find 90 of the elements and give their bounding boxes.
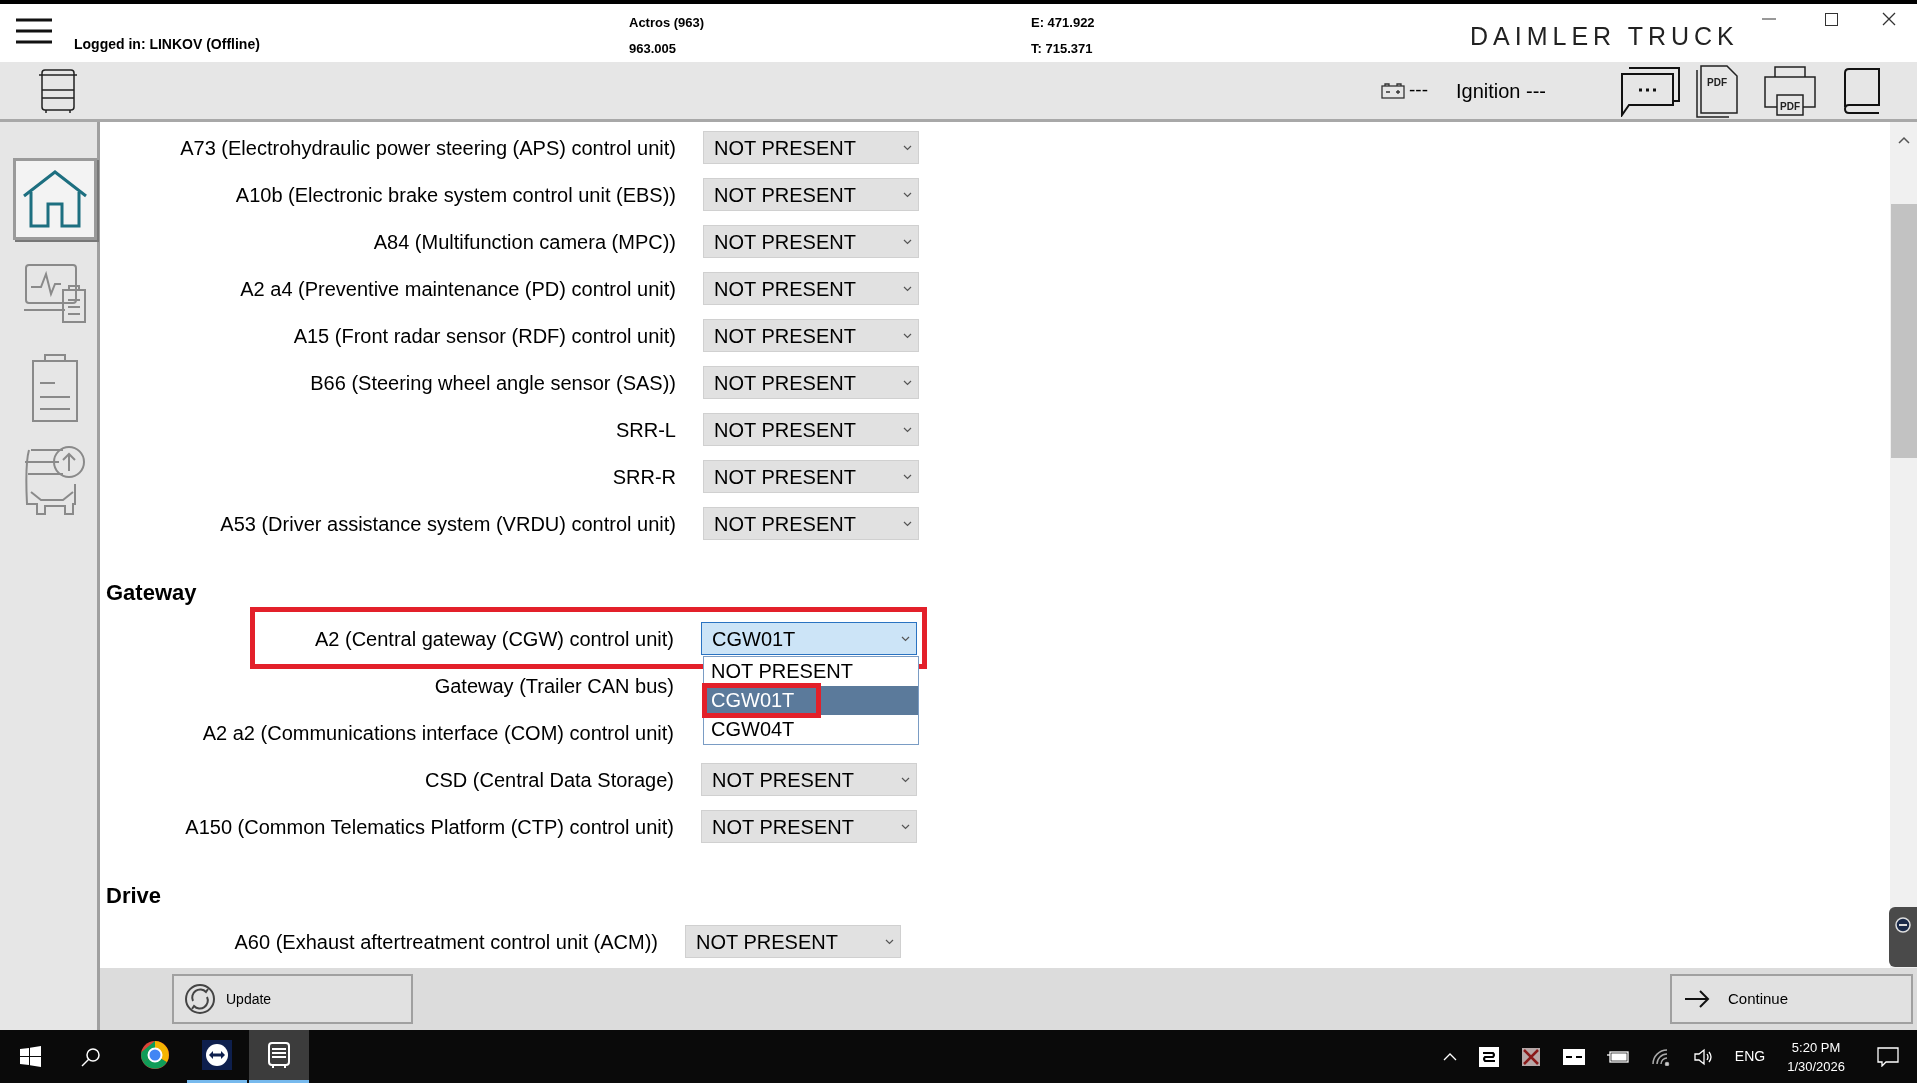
control-unit-label: B66 (Steering wheel angle sensor (SAS)) bbox=[309, 370, 676, 396]
variant-dropdown[interactable]: NOT PRESENT bbox=[685, 925, 901, 958]
variant-dropdown[interactable]: NOT PRESENT bbox=[703, 507, 919, 540]
dropdown-option[interactable]: NOT PRESENT bbox=[704, 657, 918, 686]
chevron-down-icon bbox=[903, 473, 912, 480]
chevron-down-icon bbox=[903, 144, 912, 151]
taskbar-app[interactable] bbox=[249, 1030, 309, 1083]
variant-dropdown[interactable]: NOT PRESENT bbox=[701, 810, 917, 843]
monitor-clipboard-icon bbox=[23, 262, 87, 324]
variant-dropdown[interactable]: NOT PRESENT bbox=[703, 131, 919, 164]
home-icon bbox=[22, 169, 88, 229]
control-unit-label: A84 (Multifunction camera (MPC)) bbox=[372, 229, 676, 255]
truck-app-icon bbox=[266, 1041, 292, 1069]
tray-card-icon[interactable] bbox=[1562, 1048, 1585, 1065]
language-indicator[interactable]: ENG bbox=[1734, 1046, 1766, 1067]
chrome-icon bbox=[140, 1040, 170, 1070]
truck-front-icon[interactable] bbox=[38, 67, 78, 114]
notification-icon[interactable] bbox=[1877, 1046, 1899, 1067]
scrollbar[interactable] bbox=[1890, 122, 1917, 968]
chevron-down-icon bbox=[901, 635, 910, 642]
chevron-up-icon[interactable] bbox=[1442, 1052, 1457, 1061]
dropdown-option[interactable]: CGW04T bbox=[704, 715, 918, 744]
control-unit-label: A53 (Driver assistance system (VRDU) control unit) bbox=[219, 511, 676, 537]
control-unit-label: A2 (Central gateway (CGW) control unit) bbox=[314, 626, 674, 652]
chevron-down-icon bbox=[903, 332, 912, 339]
vehicle-model: Actros (963) bbox=[629, 14, 705, 32]
chevron-down-icon bbox=[903, 238, 912, 245]
control-unit-label: A15 (Front radar sensor (RDF) control unit) bbox=[292, 323, 676, 349]
variant-dropdown[interactable]: CGW01T bbox=[701, 622, 917, 655]
control-unit-label: SRR-L bbox=[615, 417, 676, 443]
control-unit-label: SRR-R bbox=[611, 464, 676, 490]
variant-dropdown[interactable]: NOT PRESENT bbox=[703, 178, 919, 211]
sidebar-tab[interactable] bbox=[13, 158, 97, 240]
chat-icon[interactable] bbox=[1619, 64, 1681, 117]
tray-app-icon[interactable] bbox=[1478, 1046, 1499, 1067]
chevron-down-icon bbox=[903, 191, 912, 198]
chevron-down-icon bbox=[903, 379, 912, 386]
arrow-right-icon bbox=[1684, 990, 1710, 1008]
chevron-down-icon bbox=[903, 520, 912, 527]
battery-status: --- bbox=[1409, 78, 1428, 103]
e-number: E: 471.922 bbox=[1031, 14, 1095, 32]
chevron-down-icon bbox=[903, 426, 912, 433]
search-icon[interactable] bbox=[81, 1046, 101, 1067]
control-unit-label: A73 (Electrohydraulic power steering (APS) control unit) bbox=[179, 135, 676, 161]
scroll-up-icon[interactable] bbox=[1897, 136, 1910, 144]
close-icon[interactable] bbox=[1882, 12, 1896, 26]
login-status: Logged in: LINKOV (Offline) bbox=[74, 35, 260, 54]
brand-logo: DAIMLER TRUCK bbox=[1470, 21, 1739, 52]
truck-upload-icon bbox=[23, 444, 87, 518]
t-number: T: 715.371 bbox=[1031, 39, 1094, 58]
control-unit-label: CSD (Central Data Storage) bbox=[424, 767, 674, 793]
variant-dropdown[interactable]: NOT PRESENT bbox=[703, 225, 919, 258]
control-unit-label: A10b (Electronic brake system control unit (EBS)) bbox=[234, 182, 676, 208]
control-unit-label: A150 (Common Telematics Platform (CTP) control unit) bbox=[184, 814, 674, 840]
speaker-icon[interactable] bbox=[1692, 1047, 1713, 1066]
control-unit-label: A2 a2 (Communications interface (COM) control unit) bbox=[201, 720, 674, 746]
clock[interactable]: 5:20 PM 1/30/2026 bbox=[1787, 1037, 1845, 1076]
ignition-status: Ignition --- bbox=[1455, 78, 1546, 104]
menu-icon[interactable] bbox=[16, 18, 52, 44]
variant-dropdown[interactable]: NOT PRESENT bbox=[703, 366, 919, 399]
battery-icon bbox=[1381, 82, 1405, 99]
variant-dropdown[interactable]: NOT PRESENT bbox=[703, 319, 919, 352]
continue-button[interactable]: Continue bbox=[1670, 974, 1913, 1024]
update-button[interactable]: Update bbox=[172, 974, 413, 1024]
maximize-icon[interactable] bbox=[1825, 13, 1838, 26]
variant-dropdown[interactable]: NOT PRESENT bbox=[703, 272, 919, 305]
battery-icon[interactable] bbox=[1606, 1049, 1629, 1064]
book-icon[interactable] bbox=[1841, 66, 1881, 115]
windows-start-icon[interactable] bbox=[20, 1046, 41, 1067]
variant-dropdown[interactable]: NOT PRESENT bbox=[701, 763, 917, 796]
teamviewer-icon bbox=[1895, 917, 1911, 933]
section-heading: Gateway bbox=[106, 579, 197, 607]
clipboard-icon bbox=[30, 351, 80, 423]
tray-disconnected-icon[interactable] bbox=[1520, 1046, 1541, 1067]
teamviewer-icon bbox=[202, 1040, 232, 1070]
chevron-down-icon bbox=[885, 938, 894, 945]
refresh-icon bbox=[184, 983, 216, 1015]
control-unit-label: A2 a4 (Preventive maintenance (PD) control unit) bbox=[239, 276, 676, 302]
vehicle-code: 963.005 bbox=[629, 39, 677, 58]
wifi-icon[interactable] bbox=[1650, 1047, 1671, 1066]
section-heading: Drive bbox=[106, 882, 162, 910]
variant-dropdown[interactable]: NOT PRESENT bbox=[703, 460, 919, 493]
chevron-down-icon bbox=[903, 285, 912, 292]
control-unit-label: A60 (Exhaust aftertreatment control unit (ACM)) bbox=[233, 929, 658, 955]
scrollbar-thumb[interactable] bbox=[1890, 204, 1917, 458]
remote-session-tab[interactable] bbox=[1889, 907, 1917, 967]
chevron-down-icon bbox=[901, 776, 910, 783]
control-unit-label: Gateway (Trailer CAN bus) bbox=[433, 673, 674, 699]
chevron-down-icon bbox=[901, 823, 910, 830]
variant-dropdown[interactable]: NOT PRESENT bbox=[703, 413, 919, 446]
